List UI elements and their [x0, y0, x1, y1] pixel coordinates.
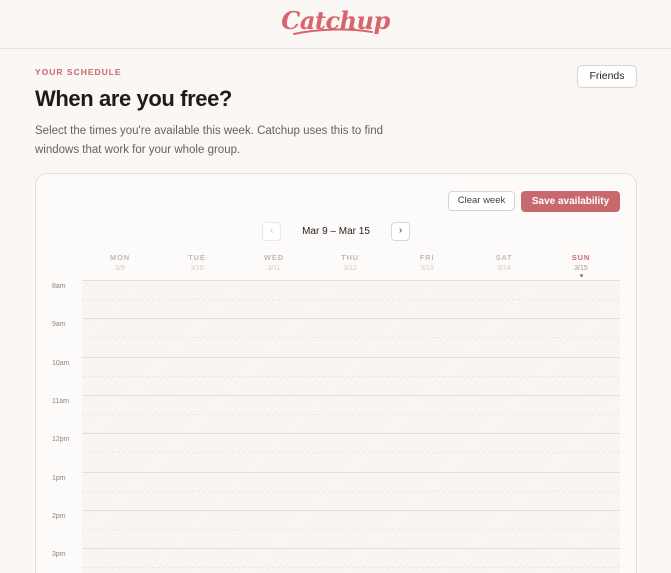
day-date: 3/14: [497, 265, 511, 272]
prev-week-button[interactable]: ‹: [262, 222, 281, 241]
time-label: 9am: [52, 321, 66, 328]
half-hour-line: [82, 567, 620, 568]
time-label: 3pm: [52, 551, 66, 558]
time-label: 2pm: [52, 513, 66, 520]
hour-line: [82, 318, 620, 319]
time-label: 11am: [52, 398, 69, 405]
day-header-thu: THU 3/12: [312, 253, 388, 272]
time-label: 12pm: [52, 436, 70, 443]
day-header-mon: MON 3/9: [82, 253, 158, 272]
section-eyebrow: YOUR SCHEDULE: [35, 67, 122, 77]
logo-swash-icon: [293, 28, 373, 35]
day-header-sun: SUN 3/15: [543, 253, 619, 277]
half-hour-line: [82, 452, 620, 453]
time-label: 8am: [52, 283, 66, 290]
week-range-label: Mar 9 – Mar 15: [302, 226, 370, 237]
page-subtitle: Select the times you're available this w…: [35, 125, 384, 156]
save-availability-button[interactable]: Save availability: [521, 191, 620, 212]
day-name: SUN: [571, 253, 591, 262]
day-date: 3/9: [115, 265, 125, 272]
day-date: 3/11: [267, 265, 281, 272]
half-hour-line: [82, 337, 620, 338]
day-name: THU: [341, 253, 359, 262]
day-header-fri: FRI 3/13: [389, 253, 465, 272]
hour-line: [82, 510, 620, 511]
page-title: When are you free?: [35, 86, 232, 111]
day-date: 3/12: [343, 265, 357, 272]
clear-week-button[interactable]: Clear week: [448, 191, 515, 211]
day-header-wed: WED 3/11: [236, 253, 312, 272]
chevron-right-icon: ›: [398, 225, 403, 236]
chevron-left-icon: ‹: [269, 225, 274, 236]
hour-line: [82, 548, 620, 549]
hour-line: [82, 472, 620, 473]
hour-line: [82, 433, 620, 434]
day-header-sat: SAT 3/14: [466, 253, 542, 272]
half-hour-line: [82, 414, 620, 415]
next-week-button[interactable]: ›: [391, 222, 410, 241]
day-date: 3/15: [574, 265, 588, 272]
day-name: SAT: [495, 253, 513, 262]
day-date: 3/10: [190, 265, 204, 272]
day-name: MON: [110, 253, 130, 262]
day-name: TUE: [188, 253, 206, 262]
friends-button[interactable]: Friends: [577, 65, 637, 88]
time-label: 10am: [52, 360, 70, 367]
hour-line: [82, 395, 620, 396]
half-hour-line: [82, 376, 620, 377]
half-hour-line: [82, 529, 620, 530]
hour-line: [82, 357, 620, 358]
top-bar: Catchup: [0, 0, 671, 49]
day-name: WED: [264, 253, 284, 262]
time-label: 1pm: [52, 475, 66, 482]
half-hour-line: [82, 491, 620, 492]
day-date: 3/13: [420, 265, 434, 272]
day-name: FRI: [419, 253, 435, 262]
hour-line: [82, 280, 620, 281]
half-hour-line: [82, 299, 620, 300]
day-header-tue: TUE 3/10: [159, 253, 235, 272]
today-indicator-dot: [579, 274, 583, 277]
